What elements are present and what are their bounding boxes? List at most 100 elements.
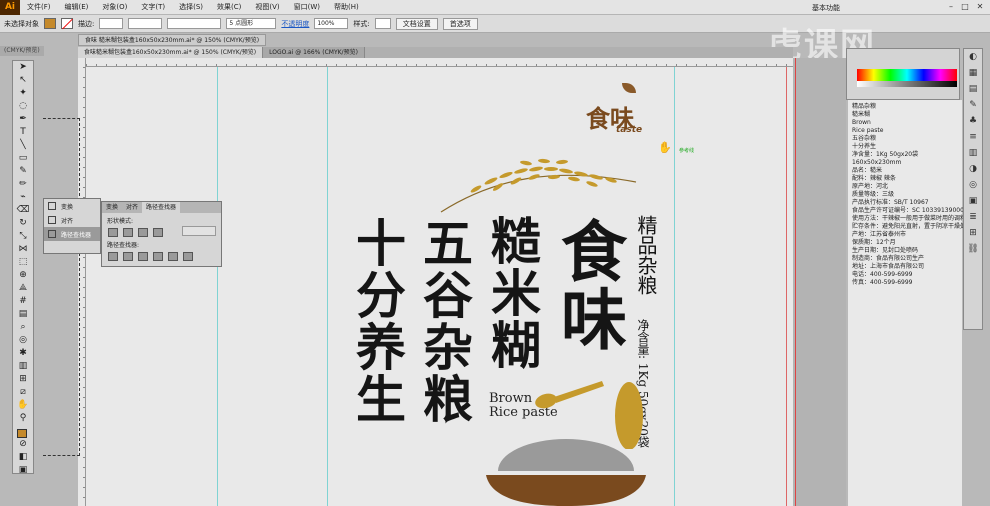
stroke-profile-select[interactable]	[167, 18, 222, 29]
graphic-styles-icon[interactable]: ▣	[966, 196, 980, 209]
rectangle-tool-icon[interactable]: ▭	[14, 152, 32, 165]
tab-logo-doc[interactable]: LOGO.ai @ 166% (CMYK/预览)	[263, 47, 365, 58]
eyedropper-tool-icon[interactable]: ⌕	[14, 321, 32, 334]
info-line[interactable]: 净含量：1Kg 50gx20袋	[852, 151, 958, 159]
zoom-tool-icon[interactable]: ⚲	[14, 412, 32, 425]
magic-wand-tool-icon[interactable]: ✦	[14, 87, 32, 100]
transparency-icon[interactable]: ◑	[966, 164, 980, 177]
artboard-canvas[interactable]: 食味 taste 参考线 ✋ 十分养生 五谷杂粮 糙米糊 食味 精品杂粮 净含量…	[86, 67, 793, 506]
artboard-tool-icon[interactable]: ⊞	[14, 373, 32, 386]
info-line[interactable]: 品名：糙米	[852, 167, 958, 175]
title-shiwei[interactable]: 食味	[550, 217, 628, 353]
direct-selection-tool-icon[interactable]: ↖	[14, 74, 32, 87]
brushes-icon[interactable]: ✎	[966, 100, 980, 113]
width-tool-icon[interactable]: ⋈	[14, 243, 32, 256]
preferences-button[interactable]: 首选项	[442, 17, 478, 30]
eraser-tool-icon[interactable]: ⌫	[14, 204, 32, 217]
merge-button[interactable]	[138, 252, 148, 261]
pathfinder-panel-item[interactable]: 路径查找器	[44, 227, 100, 241]
info-line[interactable]: 质量等级：三级	[852, 191, 958, 199]
selection-tool-icon[interactable]: ➤	[14, 61, 32, 74]
opacity-link[interactable]: 不透明度	[281, 19, 309, 29]
blend-tool-icon[interactable]: ◎	[14, 334, 32, 347]
info-line[interactable]: 十分养生	[852, 143, 958, 151]
gradient-panel-icon[interactable]: ▥	[966, 148, 980, 161]
slice-tool-icon[interactable]: ⧄	[14, 386, 32, 399]
info-line[interactable]: Brown	[852, 119, 958, 127]
exclude-button[interactable]	[153, 228, 163, 237]
info-line[interactable]: 生产日期：见封口处喷码	[852, 247, 958, 255]
hand-tool-icon[interactable]: ✋	[14, 399, 32, 412]
crop-button[interactable]	[153, 252, 163, 261]
symbols-icon[interactable]: ♣	[966, 116, 980, 129]
floating-doc-tab[interactable]: 食味 糙米糊包装盒160x50x230mm.ai* @ 150% (CMYK/预…	[78, 34, 267, 46]
graph-tool-icon[interactable]: ▥	[14, 360, 32, 373]
menu-window[interactable]: 窗口(W)	[287, 2, 327, 12]
tab-package-doc[interactable]: 食味糙米糊包装盒160x50x230mm.ai* @ 150% (CMYK/预览…	[78, 47, 264, 58]
info-line[interactable]: 五谷杂粮	[852, 135, 958, 143]
stroke-swatch[interactable]	[61, 18, 73, 29]
brush-select[interactable]: 5 点圆形	[226, 18, 277, 29]
info-line[interactable]: 电话：400-599-6999	[852, 271, 958, 279]
symbol-sprayer-tool-icon[interactable]: ✱	[14, 347, 32, 360]
horizontal-ruler[interactable]	[86, 58, 793, 67]
gradient-tool-icon[interactable]: ▤	[14, 308, 32, 321]
info-line[interactable]: Rice paste	[852, 127, 958, 135]
rotate-tool-icon[interactable]: ↻	[14, 217, 32, 230]
paintbrush-tool-icon[interactable]: ✎	[14, 165, 32, 178]
minus-front-button[interactable]	[123, 228, 133, 237]
menu-edit[interactable]: 编辑(E)	[58, 2, 96, 12]
info-line[interactable]: 制造商：食品有限公司生产	[852, 255, 958, 263]
stroke-weight-field[interactable]	[99, 18, 124, 29]
free-transform-tool-icon[interactable]: ⬚	[14, 256, 32, 269]
screen-mode-icon[interactable]: ▣	[14, 464, 32, 477]
info-line[interactable]: 贮存条件：避免阳光直射，置于阴凉干燥处。	[852, 223, 972, 231]
drawing-mode-icon[interactable]: ◧	[14, 451, 32, 464]
stroke-panel-icon[interactable]: ≡	[966, 132, 980, 145]
info-line[interactable]: 地址：上海市食品有限公司	[852, 263, 958, 271]
info-line[interactable]: 精品杂粮	[852, 103, 958, 111]
outline-button[interactable]	[168, 252, 178, 261]
opacity-field[interactable]: 100%	[314, 18, 349, 29]
english-brown-text[interactable]: Brown	[489, 392, 532, 405]
fill-swatch[interactable]	[44, 18, 56, 29]
layers-icon[interactable]: ≣	[966, 212, 980, 225]
align-panel-item[interactable]: 对齐	[44, 213, 100, 227]
menu-object[interactable]: 对象(O)	[95, 2, 134, 12]
line-tool-icon[interactable]: ╲	[14, 139, 32, 152]
pencil-tool-icon[interactable]: ✏	[14, 178, 32, 191]
info-line[interactable]: 原产地：河北	[852, 183, 958, 191]
menu-view[interactable]: 视图(V)	[248, 2, 286, 12]
type-tool-icon[interactable]: T	[14, 126, 32, 139]
background-doc-tab[interactable]: (CMYK/预览)	[0, 46, 44, 56]
fill-color-icon[interactable]	[17, 429, 27, 438]
info-line[interactable]: 配料：辣椒 辣条	[852, 175, 958, 183]
menu-type[interactable]: 文字(T)	[134, 2, 172, 12]
appearance-icon[interactable]: ◎	[966, 180, 980, 193]
lasso-tool-icon[interactable]: ◌	[14, 100, 32, 113]
style-select[interactable]	[374, 18, 391, 29]
subtitle-jingpin-zaliang[interactable]: 精品杂粮	[634, 215, 658, 295]
stroke-color-icon[interactable]: ⊘	[14, 438, 32, 451]
title-shifen-yangsheng[interactable]: 十分养生	[348, 217, 407, 425]
blob-brush-tool-icon[interactable]: ⌁	[14, 191, 32, 204]
pen-tool-icon[interactable]: ✒	[14, 113, 32, 126]
info-line[interactable]: 食品生产许可证编号：SC 10339139000596	[852, 207, 975, 215]
perspective-tool-icon[interactable]: ⟁	[14, 282, 32, 295]
tab-pathfinder[interactable]: 路径查找器	[142, 202, 181, 213]
menu-help[interactable]: 帮助(H)	[327, 2, 366, 12]
info-line[interactable]: 保质期：12个月	[852, 239, 958, 247]
info-line[interactable]: 160x50x230mm	[852, 159, 958, 167]
links-icon[interactable]: ⛓	[966, 244, 980, 257]
color-shade-ramp[interactable]	[857, 81, 957, 87]
info-line[interactable]: 传真：400-599-6999	[852, 279, 958, 287]
info-line[interactable]: 糙米糊	[852, 111, 958, 119]
menu-effect[interactable]: 效果(C)	[210, 2, 248, 12]
expand-button[interactable]	[182, 226, 216, 236]
tab-transform[interactable]: 变换	[102, 202, 122, 213]
info-line[interactable]: 使用方法：干辣椒一般用于做菜时用的调料	[852, 215, 966, 223]
color-spectrum[interactable]	[857, 69, 957, 81]
menu-file[interactable]: 文件(F)	[20, 2, 58, 12]
minimize-icon[interactable]: –	[944, 2, 958, 13]
variable-width-select[interactable]	[128, 18, 163, 29]
